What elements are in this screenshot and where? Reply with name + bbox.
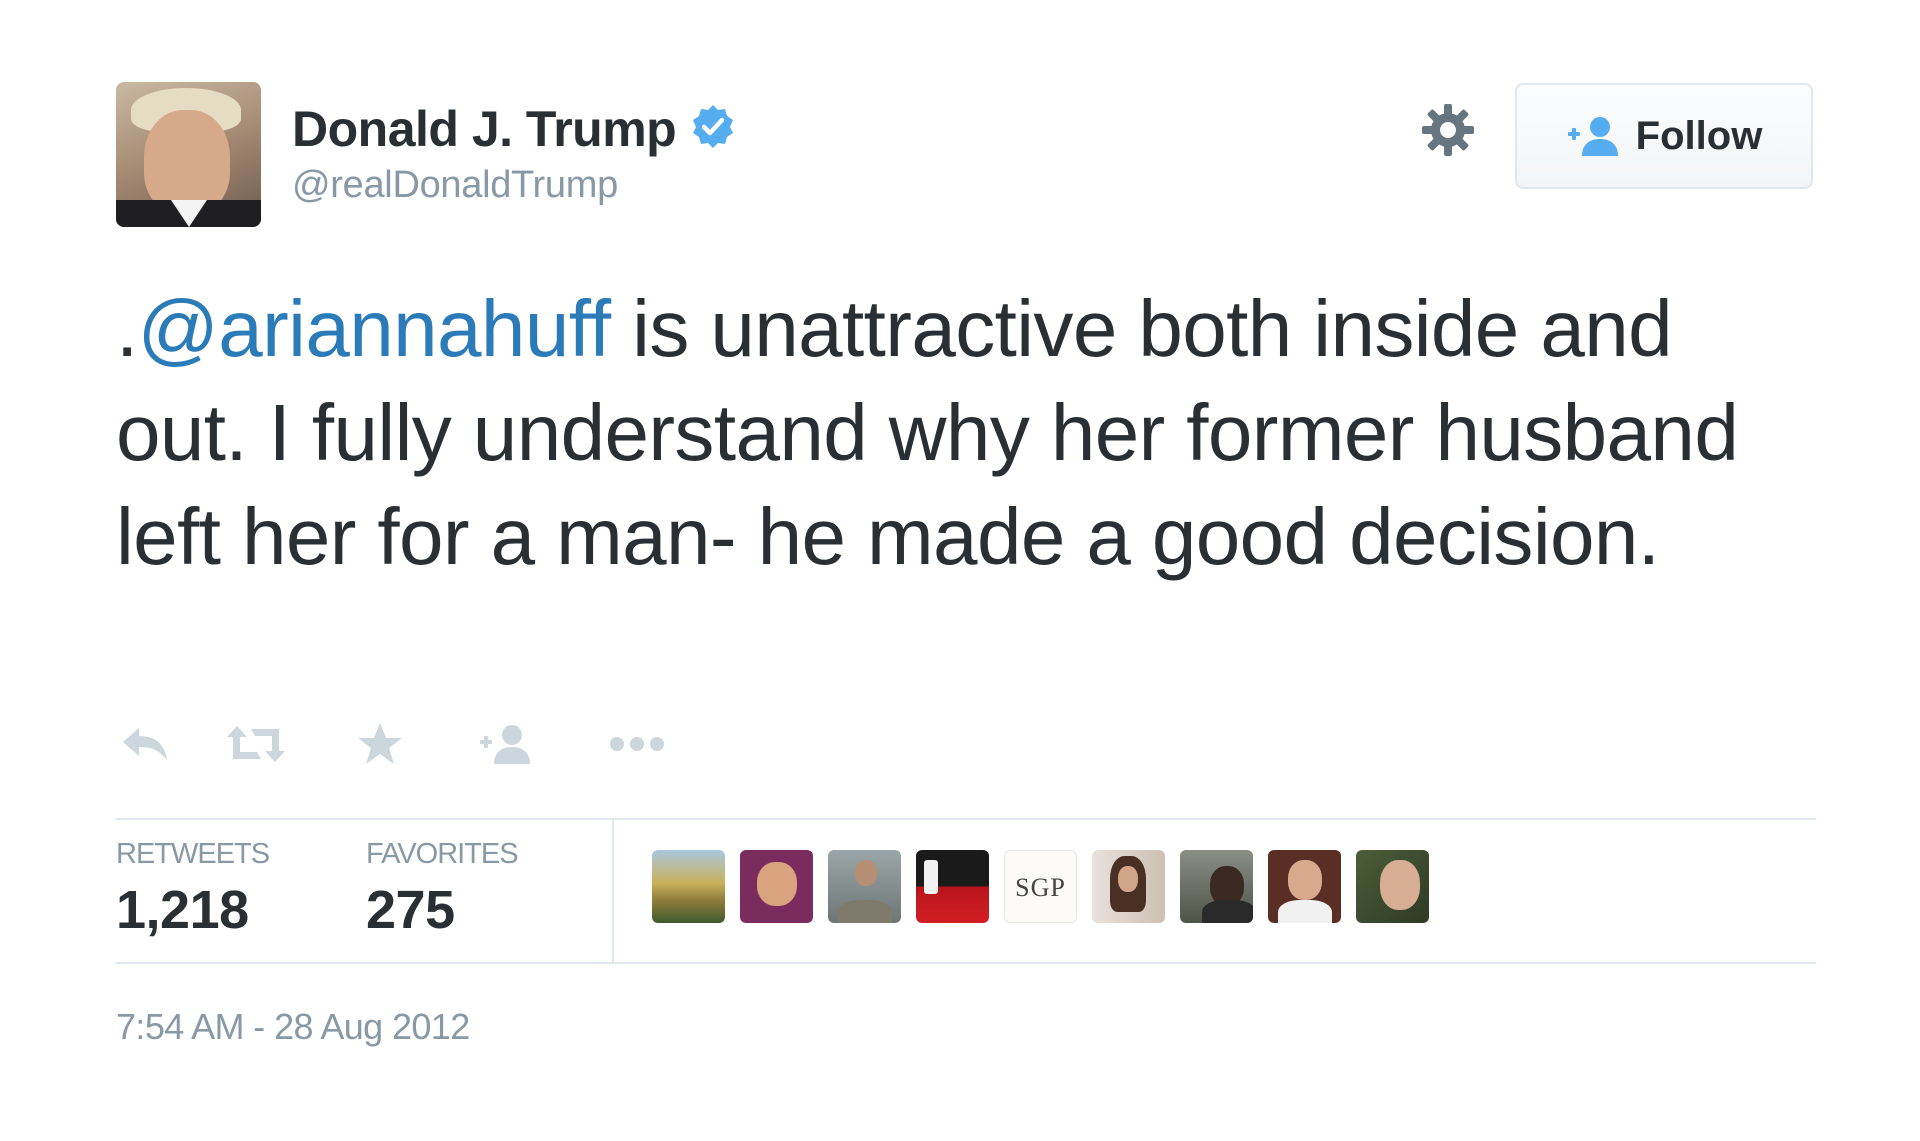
tweet-text: .@ariannahuff is unattractive both insid… xyxy=(116,277,1816,589)
follow-action-button[interactable] xyxy=(476,714,536,774)
reply-icon xyxy=(123,728,167,760)
favoriter-avatar[interactable] xyxy=(740,850,813,923)
more-icon xyxy=(610,737,664,751)
reply-button[interactable] xyxy=(116,714,174,774)
favoriter-avatar[interactable] xyxy=(652,850,725,923)
retweets-stat[interactable]: RETWEETS 1,218 xyxy=(116,838,270,941)
follow-icon xyxy=(480,725,530,764)
retweets-count: 1,218 xyxy=(116,880,249,940)
sgp-badge-text: SGP xyxy=(1015,873,1066,902)
retweet-button[interactable] xyxy=(224,714,288,774)
favoriter-avatar[interactable] xyxy=(916,850,989,923)
favorite-icon xyxy=(358,723,402,764)
mention-link[interactable]: @ariannahuff xyxy=(138,284,611,373)
more-button[interactable] xyxy=(606,714,668,774)
favoriter-avatar[interactable] xyxy=(1356,850,1429,923)
favoriter-avatar[interactable] xyxy=(1092,850,1165,923)
follow-button-label: Follow xyxy=(1635,113,1763,158)
follow-button[interactable]: Follow xyxy=(1515,83,1813,189)
avatar-face xyxy=(144,110,230,214)
favorite-button[interactable] xyxy=(354,714,406,774)
stats-top-divider xyxy=(116,818,1816,820)
stats-bottom-divider xyxy=(116,962,1816,964)
user-avatar[interactable] xyxy=(116,82,261,227)
favoriter-avatar[interactable] xyxy=(1268,850,1341,923)
tweet-prefix: . xyxy=(116,284,138,373)
stats-vertical-divider xyxy=(612,820,614,962)
favoriter-avatar[interactable] xyxy=(828,850,901,923)
display-name[interactable]: Donald J. Trump xyxy=(292,100,677,158)
favoriter-avatar[interactable] xyxy=(1180,850,1253,923)
user-name-block: Donald J. Trump @realDonaldTrump xyxy=(292,100,737,207)
gear-icon[interactable] xyxy=(1420,102,1476,158)
favorited-by-avatars: SGP xyxy=(652,850,1429,923)
verified-badge-icon xyxy=(692,105,733,148)
favorites-stat[interactable]: FAVORITES 275 xyxy=(366,838,519,941)
retweets-label: RETWEETS xyxy=(116,838,270,870)
favorites-count: 275 xyxy=(366,880,455,940)
favoriter-avatar[interactable]: SGP xyxy=(1004,850,1077,923)
favorites-label: FAVORITES xyxy=(366,838,519,870)
add-person-icon xyxy=(1567,117,1618,156)
user-handle[interactable]: @realDonaldTrump xyxy=(292,164,737,207)
tweet-timestamp[interactable]: 7:54 AM - 28 Aug 2012 xyxy=(116,1006,470,1048)
retweet-icon xyxy=(227,726,285,762)
